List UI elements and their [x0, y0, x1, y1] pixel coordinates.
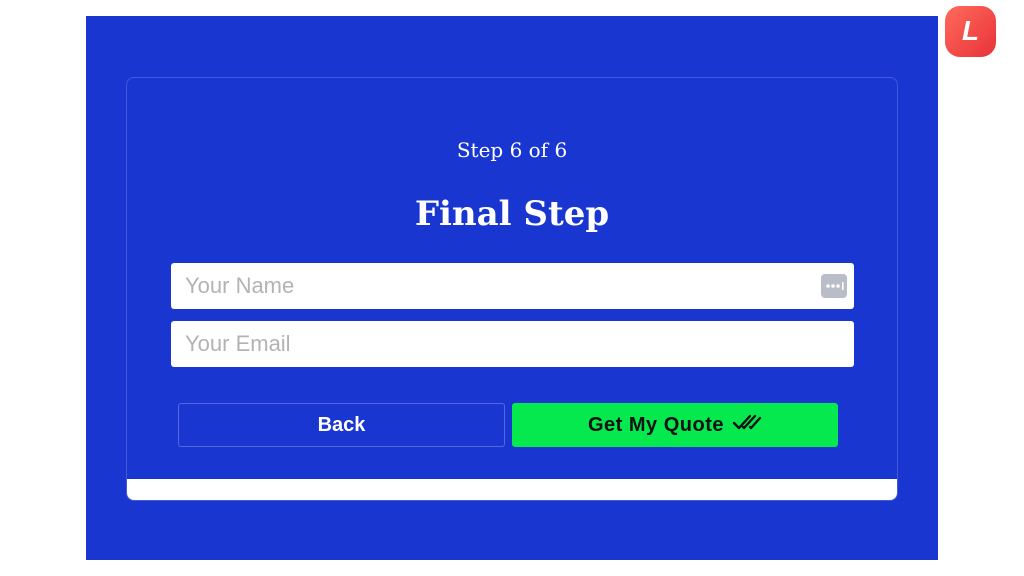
back-button[interactable]: Back: [178, 403, 505, 447]
get-quote-button-label: Get My Quote: [587, 413, 724, 436]
form-stage: Step 6 of 6 Final Step Back Get My Quote: [86, 16, 938, 560]
step-indicator: Step 6 of 6: [456, 138, 568, 162]
double-check-icon: [732, 413, 762, 437]
form-card: Step 6 of 6 Final Step Back Get My Quote: [126, 77, 898, 501]
email-input[interactable]: [171, 321, 854, 367]
name-input[interactable]: [171, 263, 854, 309]
back-button-label: Back: [317, 413, 366, 436]
logo-letter: L: [961, 15, 980, 46]
card-footer-strip: [127, 479, 897, 500]
form-title: Final Step: [414, 194, 610, 234]
password-manager-icon[interactable]: [821, 274, 847, 298]
app-logo-icon[interactable]: L: [945, 6, 996, 57]
get-quote-button[interactable]: Get My Quote: [512, 403, 838, 447]
